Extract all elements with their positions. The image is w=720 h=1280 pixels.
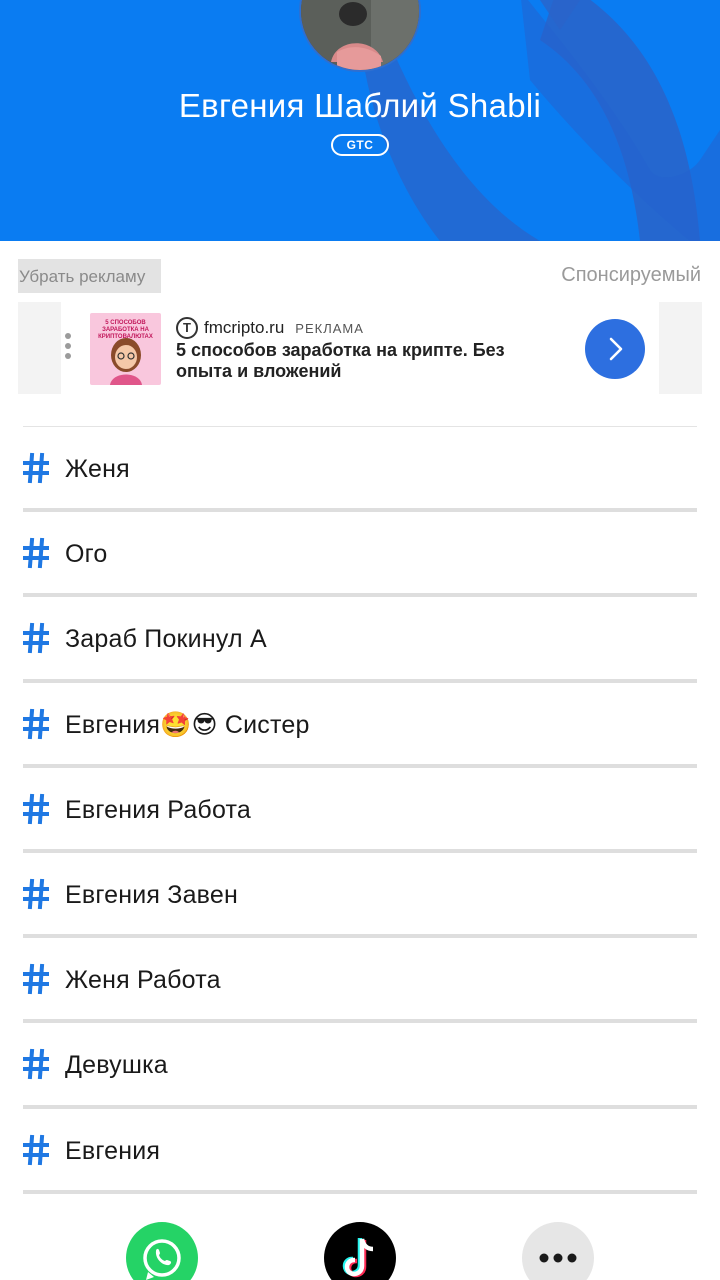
remove-ads-button[interactable]: Убрать рекламу	[18, 259, 161, 293]
hash-icon	[23, 963, 49, 995]
contact-avatar[interactable]	[299, 0, 421, 72]
hash-icon	[23, 708, 49, 739]
hash-icon	[23, 878, 49, 910]
more-dots-icon	[539, 1253, 577, 1263]
tag-item[interactable]: Евгения	[23, 1109, 697, 1194]
ad-thumbnail: 5 СПОСОБОВ ЗАРАБОТКА НА КРИПТОВАЛЮТАХ	[90, 313, 161, 385]
tag-item[interactable]: Ого	[23, 512, 697, 598]
more-share-button[interactable]	[522, 1222, 594, 1280]
fmcripto-logo-icon: T	[176, 317, 198, 339]
tag-list: Женя Ого Зараб Покинул А Евгения🤩😎 Систе…	[23, 427, 697, 1194]
tag-name: Евгения🤩😎 Систер	[65, 710, 310, 739]
tiktok-share-button[interactable]	[324, 1222, 396, 1280]
ad-banner[interactable]: 5 СПОСОБОВ ЗАРАБОТКА НА КРИПТОВАЛЮТАХ T …	[18, 302, 702, 394]
tiktok-icon	[342, 1238, 374, 1278]
tag-item[interactable]: Женя	[23, 427, 697, 513]
ad-cta-button[interactable]	[585, 319, 645, 379]
tag-item[interactable]: Девушка	[23, 1023, 697, 1109]
ad-domain-row: T fmcripto.ru РЕКЛАМА	[176, 316, 364, 340]
ad-character-image	[110, 338, 142, 385]
contact-name: Евгения Шаблий Shabli	[178, 87, 542, 124]
tag-name: Женя	[65, 455, 130, 483]
divider	[23, 1189, 697, 1194]
hash-icon	[23, 623, 49, 654]
hash-icon	[23, 538, 49, 569]
tag-name: Ого	[65, 540, 108, 569]
tag-item[interactable]: Евгения Завен	[23, 853, 697, 939]
chevron-right-icon	[609, 337, 623, 361]
ad-menu-icon[interactable]	[65, 333, 75, 365]
tag-name: Зараб Покинул А	[65, 625, 267, 654]
tag-item[interactable]: Зараб Покинул А	[23, 597, 697, 683]
tag-name: Девушка	[65, 1051, 168, 1080]
tag-name: Евгения Работа	[65, 795, 251, 824]
hash-icon	[23, 793, 49, 824]
whatsapp-share-button[interactable]	[126, 1222, 198, 1280]
hash-icon	[23, 1134, 49, 1165]
profile-header: Евгения Шаблий Shabli GTC	[0, 0, 720, 241]
tag-item[interactable]: Женя Работа	[23, 938, 697, 1024]
hash-icon	[23, 452, 49, 484]
tag-name: Евгения Завен	[65, 880, 238, 909]
tag-item[interactable]: Евгения Работа	[23, 768, 697, 853]
sponsored-label: Спонсируемый	[561, 264, 701, 286]
whatsapp-icon	[143, 1239, 181, 1280]
ad-card[interactable]: 5 СПОСОБОВ ЗАРАБОТКА НА КРИПТОВАЛЮТАХ T …	[61, 302, 659, 394]
ad-label: РЕКЛАМА	[295, 320, 364, 336]
hash-icon	[23, 1049, 49, 1080]
tag-name: Евгения	[65, 1136, 161, 1165]
operator-badge: GTC	[331, 134, 389, 156]
tag-name: Женя Работа	[65, 966, 221, 995]
ad-title: 5 способов заработка на крипте. Без опыт…	[176, 340, 505, 381]
avatar-photo	[301, 0, 419, 70]
tag-item[interactable]: Евгения🤩😎 Систер	[23, 683, 697, 768]
ad-domain: fmcripto.ru	[204, 318, 285, 337]
